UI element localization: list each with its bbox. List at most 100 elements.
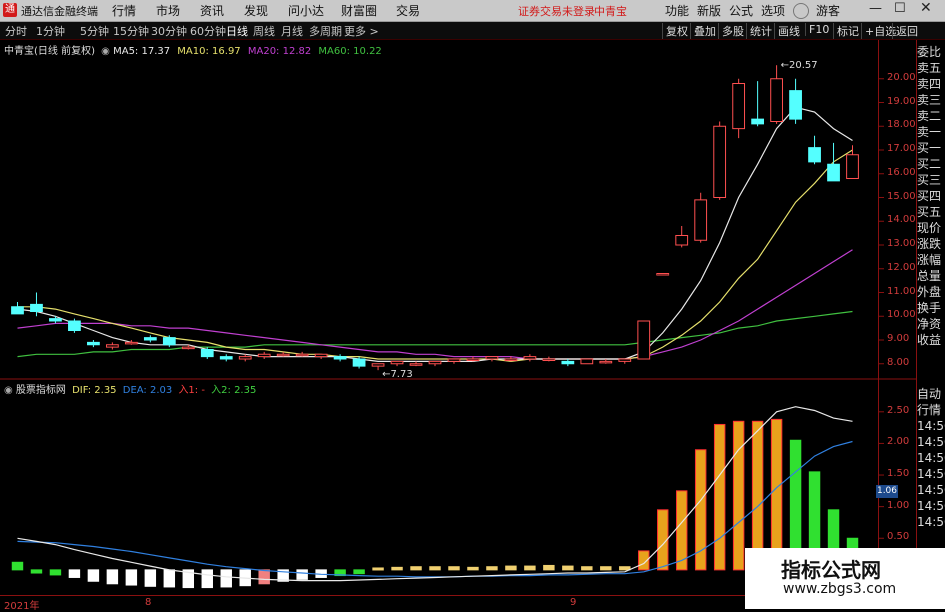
macd-bar [467,566,479,571]
macd-bar [220,569,232,588]
candle-body [808,147,821,163]
candle-body [162,337,176,346]
ticks-sidebar: 自动 行情 14:50 14:50 14:50 14:50 14:50 14:5… [917,386,945,530]
sidebar-item[interactable]: 外盘 [917,284,945,300]
price-tick-label: 15.00 [887,190,916,202]
sidebar-item[interactable]: 行情 [917,402,945,418]
tick-time: 14:50 [917,435,945,449]
candle-body [713,125,727,198]
macd-tick-label: 1.50 [887,468,910,480]
sidebar-item[interactable]: 委比 [917,44,945,60]
candle-body [219,356,233,360]
candle-body [789,90,802,120]
candle-body [675,235,689,246]
candle-body [87,341,100,346]
price-tick-label: 20.00 [887,71,916,83]
candle-body [504,358,518,361]
macd-tick-label: 1.00 [887,499,910,511]
price-tick-label: 16.00 [887,166,916,178]
macd-bar [562,565,574,571]
candle-body [599,360,613,364]
macd-bar [448,566,460,571]
macd-bar [429,566,441,571]
price-tick-label: 10.00 [887,309,916,321]
ma20-line [17,249,853,360]
candle-body [846,154,859,179]
macd-bar [600,566,612,571]
macd-bar [694,449,707,571]
candle-body [466,358,480,361]
candle-body [409,363,423,366]
price-tick-label: 14.00 [887,214,916,226]
price-tick-label: 18.00 [887,119,916,131]
sidebar-item[interactable]: 净资 [917,316,945,332]
date-label-sep: 9 [570,597,577,608]
candle-body [637,320,651,360]
tick-time: 14:50 [917,467,945,481]
candle-body [314,353,328,358]
price-tick-label: 17.00 [887,143,916,154]
sidebar-item[interactable]: 卖四 [917,76,945,92]
candle-body [333,356,347,360]
candle-body [656,273,670,276]
sidebar-item[interactable]: 买一 [917,140,945,156]
quote-sidebar: 委比 卖五 卖四 卖三 卖二 卖一 买一 买二 买三 买四 买五 现价 涨跌 涨… [917,44,945,348]
macd-bar [353,569,365,575]
macd-bar [163,569,176,588]
sidebar-item[interactable]: 卖一 [917,124,945,140]
candle-body [200,349,214,358]
sidebar-item[interactable]: 卖三 [917,92,945,108]
sidebar-item[interactable]: 涨幅 [917,252,945,268]
macd-bar [87,569,100,582]
candle-body [751,118,765,125]
dea-line [17,440,853,578]
candle-body [181,346,195,350]
macd-bar [296,569,308,580]
sidebar-item[interactable]: 买四 [917,188,945,204]
candle-body [257,353,271,358]
candle-body [447,358,461,362]
macd-bar [106,569,119,585]
current-value-badge: 1.06 [876,485,898,498]
candle-body [618,358,632,362]
macd-bar [201,569,213,589]
price-tick-label: 19.00 [887,95,916,107]
candle-body [352,358,366,367]
price-tick-label: 9.00 [887,333,910,344]
sidebar-item[interactable]: 涨跌 [917,236,945,252]
sidebar-item[interactable]: 买五 [917,204,945,220]
candle-body [11,306,24,315]
low-price-label: ←7.73 [382,369,413,380]
macd-bar [372,567,384,571]
watermark: 指标公式网 www.zbgs3.com [745,548,945,609]
sidebar-item[interactable]: 自动 [917,386,945,402]
sidebar-item[interactable]: 卖二 [917,108,945,124]
tick-time: 14:50 [917,499,945,513]
candle-body [49,318,62,322]
dif-line [17,406,853,582]
chart-canvas[interactable]: ←20.57 ←7.73 [0,0,945,609]
candle-body [238,356,252,360]
sidebar-item[interactable]: 收益 [917,332,945,348]
macd-bar [68,569,81,578]
candle-body [523,356,537,360]
candle-body [694,199,708,241]
macd-bar [11,561,24,571]
sidebar-item[interactable]: 买二 [917,156,945,172]
macd-bar [732,420,745,571]
sidebar-item[interactable]: 现价 [917,220,945,236]
tick-time: 14:50 [917,451,945,465]
sidebar-item[interactable]: 卖五 [917,60,945,76]
candle-body [770,78,783,122]
macd-bar [619,566,631,571]
sidebar-item[interactable]: 换手 [917,300,945,316]
high-price-label: ←20.57 [781,60,818,71]
macd-bar [543,564,555,571]
macd-bar [258,569,270,585]
macd-bar [524,565,536,571]
sidebar-item[interactable]: 买三 [917,172,945,188]
sidebar-item[interactable]: 总量 [917,268,945,284]
date-label-aug: 8 [145,597,152,608]
candle-body [827,163,840,182]
price-tick-label: 12.00 [887,261,916,273]
